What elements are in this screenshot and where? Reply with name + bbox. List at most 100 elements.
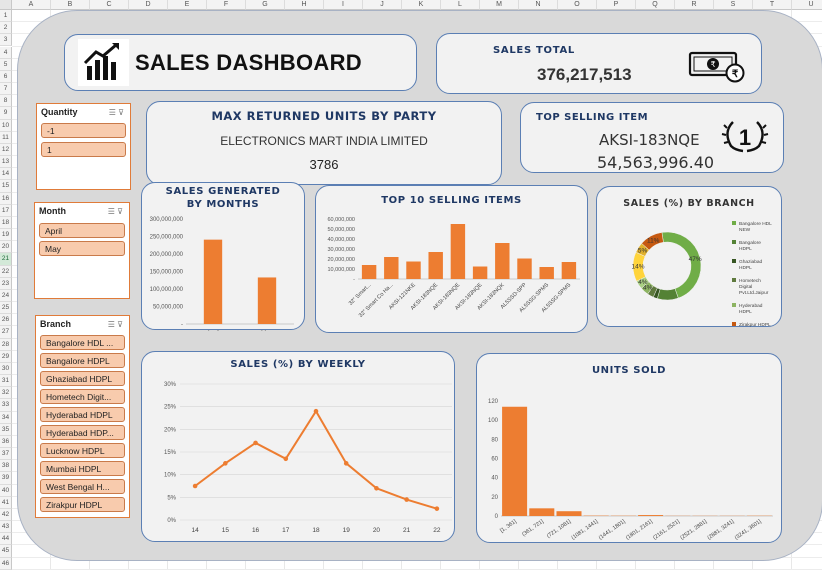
column-header[interactable]: R [675,0,714,10]
row-header[interactable]: 27 [0,326,12,339]
column-header[interactable]: S [714,0,753,10]
legend-swatch [732,221,736,225]
row-header[interactable]: 2 [0,22,12,35]
slicer-item-month[interactable]: April [39,223,125,238]
select-all-corner[interactable] [0,0,12,10]
row-header[interactable]: 25 [0,302,12,315]
row-header[interactable]: 36 [0,435,12,449]
row-header[interactable]: 32 [0,387,12,400]
slicer-item-branch[interactable]: Bangalore HDL ... [40,335,125,350]
weekly-line-chart: 0% 5% 10% 15% 20% 25% 30% 14 15 16 17 18 19 20 21 22 [164,382,452,534]
row-header[interactable]: 15 [0,180,12,193]
row-header[interactable]: 5 [0,58,12,71]
dashboard-panel: SALES DASHBOARD SALES TOTAL 376,217,513 … [17,10,822,561]
row-header[interactable]: 1 [0,10,12,23]
slicer-item-quantity[interactable]: -1 [41,123,126,138]
row-header[interactable]: 12 [0,143,12,157]
slicer-multiselect-icon[interactable]: ☰ ⊽ [109,108,124,117]
row-header[interactable]: 28 [0,338,12,351]
row-header[interactable]: 35 [0,423,12,436]
quantity-slicer[interactable]: Quantity ☰ ⊽ -1 1 [36,103,131,190]
slicer-item-branch[interactable]: Hyderabad HDP... [40,425,125,440]
slicer-item-branch[interactable]: Bangalore HDPL [40,353,125,368]
column-header[interactable]: C [90,0,129,10]
branch-slicer[interactable]: Branch ☰ ⊽ Bangalore HDL ... Bangalore H… [35,315,130,518]
row-header[interactable]: 22 [0,265,12,278]
row-header[interactable]: 42 [0,508,12,522]
slicer-item-quantity[interactable]: 1 [41,142,126,157]
row-header[interactable]: 7 [0,83,12,96]
column-header[interactable]: B [51,0,90,10]
row-header[interactable]: 19 [0,229,12,242]
row-header[interactable]: 26 [0,314,12,327]
legend-label: Hometech [739,278,761,284]
column-header[interactable]: P [597,0,636,10]
row-header[interactable]: 8 [0,95,12,108]
column-header[interactable]: A [12,0,51,10]
data-point [343,461,349,466]
row-header[interactable]: 46 [0,557,12,570]
column-header[interactable]: N [519,0,558,10]
slicer-item-branch[interactable]: Mumbai HDPL [40,461,125,476]
row-header[interactable]: 31 [0,375,12,388]
row-header[interactable]: 10 [0,119,12,132]
row-header[interactable]: 44 [0,533,12,546]
row-header[interactable]: 13 [0,156,12,169]
row-header[interactable]: 24 [0,289,12,303]
row-header[interactable]: 38 [0,460,12,473]
row-header[interactable]: 14 [0,168,12,181]
row-header[interactable]: 30 [0,362,12,376]
row-header[interactable]: 37 [0,448,12,461]
column-header[interactable]: D [129,0,168,10]
row-header[interactable]: 45 [0,545,12,558]
slicer-item-branch[interactable]: Zirakpur HDPL [40,497,125,512]
row-header[interactable]: 33 [0,399,12,412]
column-header[interactable]: M [480,0,519,10]
row-header[interactable]: 23 [0,277,12,290]
row-header[interactable]: 21 [0,253,12,266]
column-header[interactable]: Q [636,0,675,10]
month-slicer[interactable]: Month ☰ ⊽ April May [34,202,130,299]
x-category-label: (1441, 1801] [598,518,627,541]
column-header[interactable]: L [441,0,480,10]
column-header[interactable]: U [792,0,822,10]
bar [406,261,421,279]
row-header[interactable]: 17 [0,204,12,217]
row-header[interactable]: 20 [0,241,12,254]
column-header[interactable]: G [246,0,285,10]
row-header[interactable]: 4 [0,46,12,59]
row-header[interactable]: 43 [0,521,12,534]
row-header[interactable]: 3 [0,34,12,47]
column-header[interactable]: H [285,0,324,10]
slicer-item-branch[interactable]: Ghaziabad HDPL [40,371,125,386]
slicer-item-branch[interactable]: West Bengal H... [40,479,125,494]
column-header[interactable]: F [207,0,246,10]
column-header[interactable]: J [363,0,402,10]
row-header[interactable]: 34 [0,411,12,424]
column-header[interactable]: K [402,0,441,10]
slicer-item-branch[interactable]: Lucknow HDPL [40,443,125,458]
x-category-label: 19 [343,527,351,534]
bar [539,267,554,279]
row-header[interactable]: 16 [0,192,12,205]
slicer-item-month[interactable]: May [39,241,125,256]
row-header[interactable]: 9 [0,107,12,120]
row-header[interactable]: 41 [0,496,12,509]
slicer-item-branch[interactable]: Hometech Digit... [40,389,125,404]
y-tick-label: 40 [491,476,498,482]
column-header[interactable]: I [324,0,363,10]
row-header[interactable]: 11 [0,131,12,144]
row-header[interactable]: 6 [0,70,12,83]
row-header[interactable]: 39 [0,472,12,485]
column-header[interactable]: T [753,0,792,10]
column-header[interactable]: O [558,0,597,10]
slicer-item-branch[interactable]: Hyderabad HDPL [40,407,125,422]
row-header[interactable]: 18 [0,216,12,230]
row-header[interactable]: 40 [0,484,12,497]
slicer-multiselect-icon[interactable]: ☰ ⊽ [108,207,123,216]
y-tick-label: 150,000,000 [150,270,184,276]
slicer-multiselect-icon[interactable]: ☰ ⊽ [108,320,123,329]
column-header[interactable]: E [168,0,207,10]
row-header[interactable]: 29 [0,350,12,363]
legend-label: Pvt.Ltd.Jaipur [739,290,769,296]
